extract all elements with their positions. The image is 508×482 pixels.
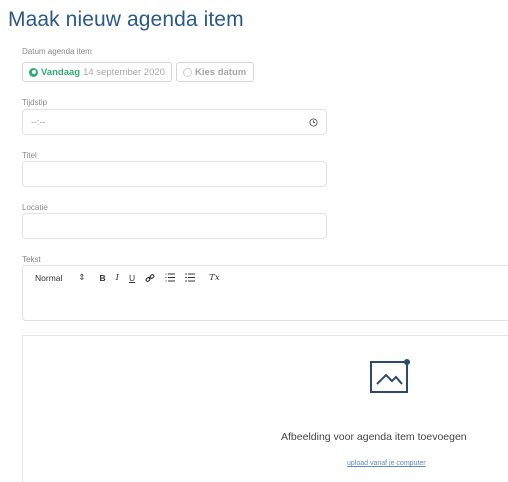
upload-title: Afbeelding voor agenda item toevoegen: [281, 431, 467, 443]
underline-button[interactable]: U: [129, 273, 135, 283]
time-value: --:--: [31, 117, 46, 127]
radio-selected-icon: [29, 67, 38, 77]
format-select-arrows: ⇕: [78, 272, 86, 282]
page-title: Maak nieuw agenda item: [8, 8, 244, 31]
text-label: Tekst: [22, 255, 41, 264]
today-date: 14 september 2020: [83, 66, 165, 78]
title-input[interactable]: [22, 161, 327, 187]
ordered-list-icon: [165, 273, 176, 282]
image-icon: [370, 359, 410, 393]
ordered-list-button[interactable]: [165, 273, 176, 282]
time-label: Tijdstip: [22, 98, 48, 107]
radio-unselected-icon: [183, 67, 192, 77]
rich-text-editor[interactable]: Normal ⇕ B I U Tx: [22, 265, 508, 321]
editor-toolbar: Normal ⇕ B I U Tx: [35, 272, 230, 283]
date-pick-option[interactable]: Kies datum: [176, 62, 254, 82]
pick-date-label: Kies datum: [195, 66, 247, 78]
bullet-list-icon: [185, 273, 196, 282]
format-select[interactable]: Normal ⇕: [35, 272, 86, 283]
bold-button[interactable]: B: [100, 273, 106, 283]
location-label: Locatie: [22, 203, 48, 212]
image-upload-area[interactable]: Afbeelding voor agenda item toevoegen up…: [22, 335, 508, 482]
upload-from-computer-link[interactable]: upload vanaf je computer: [347, 460, 426, 467]
bullet-list-button[interactable]: [185, 273, 196, 282]
clear-format-button[interactable]: Tx: [209, 273, 219, 283]
link-icon: [145, 273, 155, 282]
time-input[interactable]: --:--: [22, 109, 327, 135]
date-today-option[interactable]: Vandaag 14 september 2020: [22, 62, 172, 82]
format-select-value: Normal: [35, 272, 63, 283]
today-label: Vandaag: [41, 66, 81, 78]
link-button[interactable]: [145, 273, 155, 283]
italic-button[interactable]: I: [116, 273, 119, 283]
clock-icon[interactable]: [309, 118, 318, 127]
clear-format-icon: Tx: [209, 272, 220, 283]
date-label: Datum agenda item: [22, 47, 92, 56]
location-input[interactable]: [22, 213, 327, 239]
title-label: Titel: [22, 151, 37, 160]
